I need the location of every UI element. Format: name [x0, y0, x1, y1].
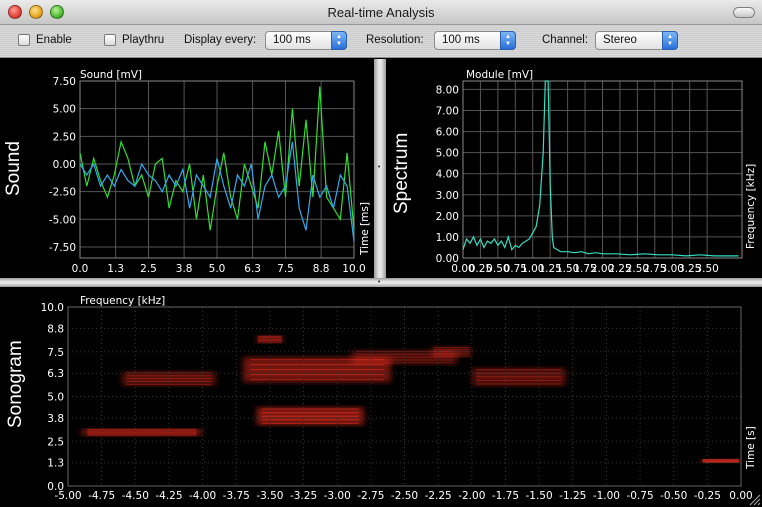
popup-arrows-icon: ▲ ▼ [331, 31, 347, 50]
x-tick-label: -1.50 [526, 490, 553, 502]
toolbar: Enable Playthru Display every: 100 ms ▲ ▼… [0, 25, 762, 58]
y-tick-label: 0.00 [53, 159, 76, 171]
playthru-label: Playthru [122, 34, 165, 46]
y-tick-label: 3.00 [436, 190, 459, 202]
channel-label: Channel: [542, 34, 589, 46]
y-tick-label: 7.00 [436, 106, 459, 118]
popup-arrows-icon: ▲ ▼ [500, 31, 516, 50]
y-tick-label: -2.50 [49, 187, 76, 199]
y-tick-label: 4.00 [436, 169, 459, 181]
enable-checkbox-group[interactable]: Enable [18, 34, 72, 46]
x-tick-label: -2.00 [458, 490, 485, 502]
x-tick-label: 2.5 [140, 263, 157, 275]
x-tick-label: 5.0 [209, 263, 226, 275]
y-tick-label: 8.8 [47, 323, 64, 335]
y-tick-label: 7.50 [53, 76, 76, 88]
x-tick-label: -3.75 [223, 490, 250, 502]
y-tick-label: 5.00 [436, 148, 459, 160]
x-tick-label: 3.8 [176, 263, 193, 275]
y-tick-label: 7.5 [47, 347, 64, 359]
y-tick-label: 1.3 [47, 458, 64, 470]
x-axis-title: Time [ms] [359, 202, 371, 256]
x-axis-title: Time [s] [745, 426, 757, 470]
split-grip-icon: • [377, 163, 382, 171]
y-axis-title: Frequency [kHz] [80, 295, 165, 307]
x-axis-title: Frequency [kHz] [745, 164, 757, 249]
y-tick-label: 0.00 [436, 253, 459, 265]
y-tick-label: 2.5 [47, 436, 64, 448]
display-every-popup[interactable]: 100 ms ▲ ▼ [265, 31, 347, 50]
vertical-split-divider[interactable]: • [374, 59, 386, 278]
playthru-checkbox[interactable] [104, 34, 116, 46]
resolution-value: 100 ms [442, 34, 480, 46]
resolution-popup[interactable]: 100 ms ▲ ▼ [434, 31, 516, 50]
enable-label: Enable [36, 34, 72, 46]
display-every-label: Display every: [184, 34, 257, 46]
split-grip-icon: • [377, 278, 382, 286]
y-tick-label: 5.0 [47, 392, 64, 404]
series-line-0 [462, 80, 739, 257]
y-tick-label: 8.00 [436, 84, 459, 96]
title-bar: Real-time Analysis [0, 0, 762, 25]
x-tick-label: -2.25 [425, 490, 452, 502]
y-tick-label: 3.8 [47, 413, 64, 425]
x-tick-label: -0.50 [660, 490, 687, 502]
x-tick-label: -0.75 [626, 490, 653, 502]
x-tick-label: 1.3 [107, 263, 124, 275]
x-tick-label: -4.25 [155, 490, 182, 502]
spectrum-chart: 0.000.250.500.751.001.251.501.752.002.25… [436, 69, 757, 275]
y-axis-title: Sound [mV] [80, 69, 142, 81]
y-tick-label: 10.0 [41, 302, 64, 314]
enable-checkbox[interactable] [18, 34, 30, 46]
y-axis-title: Module [mV] [466, 69, 533, 81]
x-tick-label: 7.5 [277, 263, 294, 275]
y-tick-label: 2.50 [53, 131, 76, 143]
sonogram-chart: -5.00 -4.75 -4.50 -4.25 -4.00 -3.75 -3.50 -3.25… [41, 295, 761, 506]
toolbar-toggle-button[interactable] [733, 7, 755, 18]
sound-chart: 0.0 1.3 2.5 3.8 5.0 6.3 7.5 8.8 10.0 7.50 5.00 2.50… [49, 69, 371, 275]
x-tick-label: -1.25 [559, 490, 586, 502]
x-tick-label: -1.00 [593, 490, 620, 502]
x-tick-label: -1.75 [492, 490, 519, 502]
y-tick-label: 0.0 [47, 481, 64, 493]
x-tick-label: -3.00 [324, 490, 351, 502]
y-tick-label: 6.00 [436, 127, 459, 139]
x-tick-label: -4.75 [88, 490, 115, 502]
playthru-checkbox-group[interactable]: Playthru [104, 34, 164, 46]
x-tick-label: -4.00 [189, 490, 216, 502]
resolution-label: Resolution: [366, 34, 424, 46]
window-title: Real-time Analysis [327, 5, 435, 20]
channel-value: Stereo [603, 34, 637, 46]
x-tick-label: 6.3 [244, 263, 261, 275]
x-tick-label: -2.75 [357, 490, 384, 502]
x-tick-label: -0.25 [694, 490, 721, 502]
spectrum-panel: Spectrum 0.00 0.25 0.50 0.75 1.00 1.25 1.50 1.7… [386, 59, 762, 278]
y-tick-label: -5.00 [49, 214, 76, 226]
popup-arrows-icon: ▲ ▼ [662, 31, 678, 50]
sonogram-panel: Sonogram -5.00 -4.75 -4.50 -4.25 -4.00 -3.75-… [0, 287, 762, 507]
y-tick-label: 5.00 [53, 104, 76, 116]
x-tick-label: -3.25 [290, 490, 317, 502]
x-tick-label: -3.50 [256, 490, 283, 502]
y-tick-label: 1.00 [436, 232, 459, 244]
x-tick-label: 8.8 [313, 263, 330, 275]
display-every-value: 100 ms [273, 34, 311, 46]
x-tick-label: 0.0 [72, 263, 89, 275]
channel-popup[interactable]: Stereo ▲ ▼ [595, 31, 678, 50]
x-tick-label: 0.00 [729, 490, 752, 502]
sound-panel: Sound 0.0 1.3 2.5 3.8 5.0 6.3 7.5 8.8 10.0 7.50 5.… [0, 59, 374, 278]
y-tick-label: 2.00 [436, 211, 459, 223]
y-tick-label: -7.50 [49, 242, 76, 254]
x-tick-label: -4.50 [122, 490, 149, 502]
x-tick-label: -2.50 [391, 490, 418, 502]
y-tick-label: 6.3 [47, 368, 64, 380]
x-tick-label: 10.0 [342, 263, 365, 275]
x-tick-label: 3.50 [695, 263, 718, 275]
horizontal-split-divider[interactable]: • [0, 278, 762, 287]
